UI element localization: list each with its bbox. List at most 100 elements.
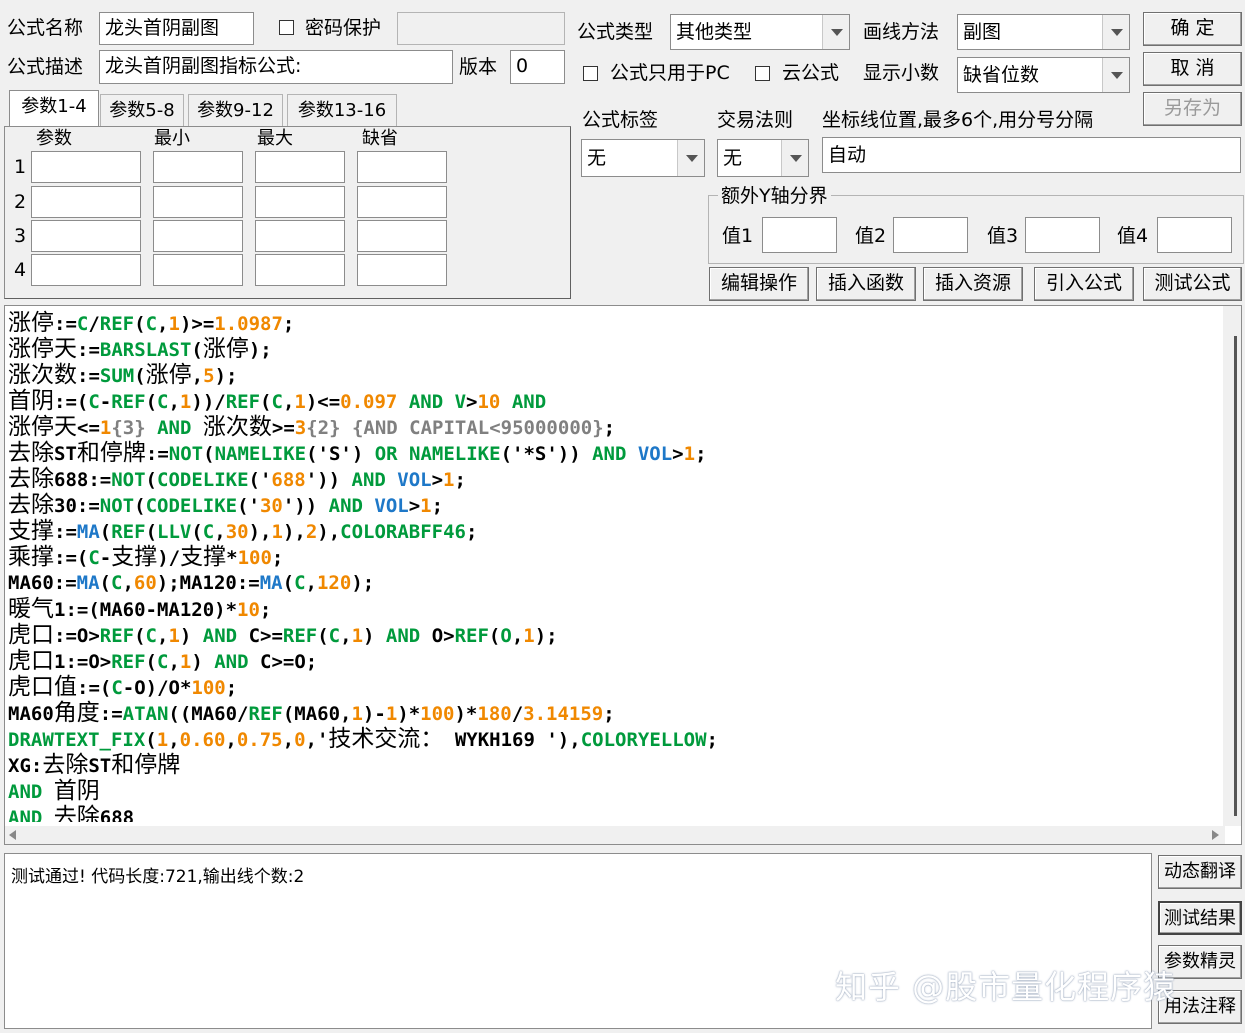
code-line[interactable]: 暖气1:=(MA60-MA120)*10; xyxy=(8,596,1218,622)
pc-only-checkbox[interactable] xyxy=(583,66,598,81)
code-token: ; xyxy=(259,599,272,621)
y-value-2-input[interactable] xyxy=(893,217,968,253)
code-line[interactable]: 涨次数:=SUM(涨停,5); xyxy=(8,362,1218,388)
code-token: 100 xyxy=(420,703,455,725)
scroll-right-icon[interactable] xyxy=(1212,830,1219,840)
ok-button[interactable]: 确 定 xyxy=(1143,12,1242,46)
param-3-min-input[interactable] xyxy=(153,220,243,252)
test-result-button[interactable]: 测试结果 xyxy=(1158,901,1242,935)
code-token: C xyxy=(88,391,100,413)
code-line[interactable]: AND 去除688 xyxy=(8,804,1218,822)
code-line[interactable]: DRAWTEXT_FIX(1,0.60,0.75,0,'技术交流： WYKH16… xyxy=(8,726,1218,752)
param-3-name-input[interactable] xyxy=(31,220,141,252)
formula-name-input[interactable]: 龙头首阴副图 xyxy=(99,12,254,45)
scroll-left-icon[interactable] xyxy=(9,830,16,840)
code-token: ); xyxy=(351,572,375,594)
param-2-name-input[interactable] xyxy=(31,186,141,218)
param-3-default-input[interactable] xyxy=(357,220,447,252)
param-4-max-input[interactable] xyxy=(255,254,345,286)
code-line[interactable]: 涨停天:=BARSLAST(涨停); xyxy=(8,336,1218,362)
insert-function-button[interactable]: 插入函数 xyxy=(816,267,916,301)
tab-params-5-8[interactable]: 参数5-8 xyxy=(100,94,184,126)
decimal-select[interactable]: 缺省位数 xyxy=(957,57,1130,93)
save-as-button[interactable]: 另存为 xyxy=(1143,92,1242,126)
code-line[interactable]: 去除30:=NOT(CODELIKE('30')) AND VOL>1; xyxy=(8,492,1218,518)
formula-desc-input[interactable]: 龙头首阴副图指标公式: xyxy=(99,50,453,84)
code-token: C xyxy=(76,313,89,335)
formula-type-label: 公式类型 xyxy=(577,21,654,43)
param-4-min-input[interactable] xyxy=(153,254,243,286)
vertical-scrollbar[interactable] xyxy=(1223,306,1241,826)
y-value-1-input[interactable] xyxy=(762,217,837,253)
code-token: CODELIKE xyxy=(157,469,249,491)
code-token: ), xyxy=(282,521,306,543)
param-1-name-input[interactable] xyxy=(31,151,141,183)
param-4-default-input[interactable] xyxy=(357,254,447,286)
code-token: REF xyxy=(111,391,146,413)
y-value-4-input[interactable] xyxy=(1157,217,1232,253)
cloud-label: 云公式 xyxy=(782,62,840,84)
trade-rule-select[interactable]: 无 xyxy=(717,139,809,177)
insert-resource-button[interactable]: 插入资源 xyxy=(923,267,1023,301)
scroll-thumb[interactable] xyxy=(1234,336,1237,816)
formula-type-select[interactable]: 其他类型 xyxy=(670,14,850,50)
code-token: 1 xyxy=(168,625,180,647)
cancel-button[interactable]: 取 消 xyxy=(1143,52,1242,86)
code-text[interactable]: 涨停:=C/REF(C,1)>=1.0987; 涨停天:=BARSLAST(涨停)… xyxy=(8,310,1218,822)
code-token: MA xyxy=(76,521,100,543)
code-token: WYKH169 '), xyxy=(443,729,581,751)
code-line[interactable]: MA60角度:=ATAN((MA60/REF(MA60,1)-1)*100)*1… xyxy=(8,700,1218,726)
code-line[interactable]: 去除688:=NOT(CODELIKE('688')) AND VOL>1; xyxy=(8,466,1218,492)
formula-tag-select[interactable]: 无 xyxy=(581,139,705,177)
code-line[interactable]: 虎口值:=(C-O)/O*100; xyxy=(8,674,1218,700)
test-formula-button[interactable]: 测试公式 xyxy=(1143,267,1242,301)
code-editor[interactable]: 涨停:=C/REF(C,1)>=1.0987; 涨停天:=BARSLAST(涨停)… xyxy=(4,305,1242,845)
param-2-default-input[interactable] xyxy=(357,186,447,218)
axis-line-input[interactable]: 自动 xyxy=(822,137,1241,173)
param-2-max-input[interactable] xyxy=(255,186,345,218)
param-3-max-input[interactable] xyxy=(255,220,345,252)
password-checkbox[interactable] xyxy=(279,20,294,35)
param-2-min-input[interactable] xyxy=(153,186,243,218)
code-token: )* xyxy=(454,703,478,725)
param-4-name-input[interactable] xyxy=(31,254,141,286)
tab-params-1-4[interactable]: 参数1-4 xyxy=(9,90,99,127)
extra-y-axis-title: 额外Y轴分界 xyxy=(718,181,831,211)
code-line[interactable]: 虎口1:=O>REF(C,1) AND C>=O; xyxy=(8,648,1218,674)
code-line[interactable]: MA60:=MA(C,60);MA120:=MA(C,120); xyxy=(8,570,1218,596)
code-token: ( xyxy=(260,391,272,413)
code-token: 支撑 xyxy=(8,518,54,544)
param-row-3-label: 3 xyxy=(14,225,27,247)
code-token: 5 xyxy=(203,365,215,387)
tab-params-13-16[interactable]: 参数13-16 xyxy=(287,94,397,126)
code-token: ; xyxy=(466,521,478,543)
import-formula-button[interactable]: 引入公式 xyxy=(1034,267,1134,301)
code-line[interactable]: XG:去除ST和停牌 xyxy=(8,752,1218,778)
y-value-3-input[interactable] xyxy=(1025,217,1100,253)
code-line[interactable]: 虎口:=O>REF(C,1) AND C>=REF(C,1) AND O>REF… xyxy=(8,622,1218,648)
code-line[interactable]: 支撑:=MA(REF(LLV(C,30),1),2),COLORABFF46; xyxy=(8,518,1218,544)
cloud-checkbox[interactable] xyxy=(755,66,770,81)
chevron-down-icon xyxy=(781,140,808,176)
version-input[interactable]: 0 xyxy=(510,50,565,84)
code-line[interactable]: 首阴:=(C-REF(C,1))/REF(C,1)<=0.097 AND V>1… xyxy=(8,388,1218,414)
code-token: C xyxy=(202,521,215,543)
password-input[interactable] xyxy=(397,12,565,45)
param-1-min-input[interactable] xyxy=(153,151,243,183)
code-line[interactable]: 涨停:=C/REF(C,1)>=1.0987; xyxy=(8,310,1218,336)
param-1-default-input[interactable] xyxy=(357,151,447,183)
code-token: REF xyxy=(111,651,146,673)
code-token: )/ xyxy=(157,547,181,569)
code-line[interactable]: 去除ST和停牌:=NOT(NAMELIKE('S') OR NAMELIKE('… xyxy=(8,440,1218,466)
param-1-max-input[interactable] xyxy=(255,151,345,183)
draw-method-select[interactable]: 副图 xyxy=(957,14,1130,50)
code-line[interactable]: AND 首阴 xyxy=(8,778,1218,804)
tab-params-9-12[interactable]: 参数9-12 xyxy=(188,94,283,126)
dynamic-translate-button[interactable]: 动态翻译 xyxy=(1158,855,1242,889)
code-token: 0.097 xyxy=(340,391,398,413)
code-token: ( xyxy=(99,572,111,594)
horizontal-scrollbar[interactable] xyxy=(5,826,1225,844)
edit-ops-button[interactable]: 编辑操作 xyxy=(709,267,809,301)
code-line[interactable]: 涨停天<=1{3} AND 涨次数>=3{2} {AND CAPITAL<950… xyxy=(8,414,1218,440)
code-line[interactable]: 乘撑:=(C-支撑)/支撑*100; xyxy=(8,544,1218,570)
